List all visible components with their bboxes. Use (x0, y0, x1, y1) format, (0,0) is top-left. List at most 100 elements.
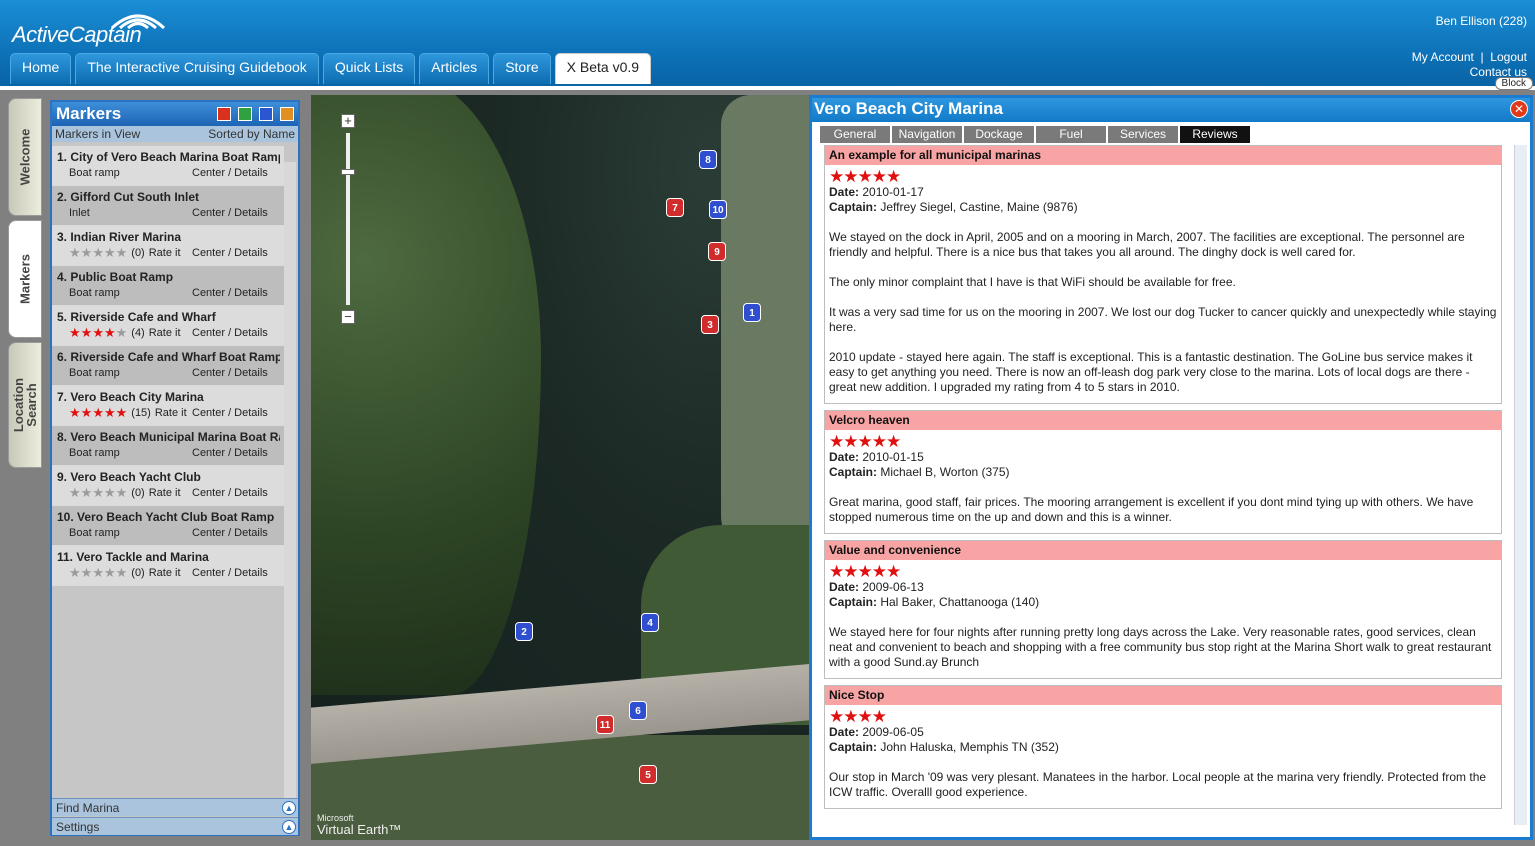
marker-title[interactable]: 6. Riverside Cafe and Wharf Boat Ramp (57, 350, 280, 364)
rate-it-link[interactable]: Rate it (149, 567, 181, 579)
red-filter-button[interactable] (217, 107, 231, 121)
zoom-out-button[interactable]: − (341, 310, 355, 324)
block-button[interactable]: Block (1494, 77, 1533, 90)
star-icon[interactable]: ★ (104, 566, 116, 579)
star-icon[interactable]: ★ (104, 246, 116, 259)
side-tab-markers[interactable]: Markers (8, 220, 42, 338)
map-marker-pin[interactable]: 2 (515, 622, 533, 641)
star-icon[interactable]: ★ (81, 566, 93, 579)
map-marker-pin[interactable]: 6 (629, 701, 647, 720)
marker-list-scrollbar[interactable] (284, 162, 296, 808)
find-marina-section[interactable]: Find Marina ▲ (52, 798, 298, 816)
center-details-link[interactable]: Center / Details (192, 487, 268, 499)
center-details-link[interactable]: Center / Details (192, 447, 268, 459)
marker-list-item[interactable]: 2. Gifford Cut South Inlet Inlet Center … (52, 186, 284, 226)
marker-list-item[interactable]: 5. Riverside Cafe and Wharf ★ ★ ★ ★ ★ (4) Ra… (52, 306, 284, 346)
green-filter-button[interactable] (238, 107, 252, 121)
detail-tab-services[interactable]: Services (1108, 126, 1178, 143)
map-marker-pin[interactable]: 4 (641, 613, 659, 632)
star-icon[interactable]: ★ (104, 406, 116, 419)
marker-title[interactable]: 3. Indian River Marina (57, 230, 280, 244)
rating-stars[interactable]: ★ ★ ★ ★ ★ (0) Rate it (69, 486, 192, 499)
marker-list-item[interactable]: 6. Riverside Cafe and Wharf Boat Ramp Bo… (52, 346, 284, 386)
reviews-scrollbar[interactable] (1514, 145, 1527, 825)
activecaptain-logo[interactable]: ActiveCaptain (12, 14, 166, 48)
map-marker-pin[interactable]: 1 (743, 303, 761, 322)
side-tab-location-search[interactable]: Location Search (8, 342, 42, 468)
star-icon[interactable]: ★ (92, 566, 104, 579)
settings-section[interactable]: Settings ▲ (52, 817, 298, 835)
center-details-link[interactable]: Center / Details (192, 327, 268, 339)
detail-tab-navigation[interactable]: Navigation (892, 126, 962, 143)
marker-title[interactable]: 2. Gifford Cut South Inlet (57, 190, 280, 204)
marker-title[interactable]: 9. Vero Beach Yacht Club (57, 470, 280, 484)
map-marker-pin[interactable]: 11 (596, 715, 614, 734)
map-marker-pin[interactable]: 8 (699, 150, 717, 169)
center-details-link[interactable]: Center / Details (192, 407, 268, 419)
rating-stars[interactable]: ★ ★ ★ ★ ★ (0) Rate it (69, 566, 192, 579)
marker-title[interactable]: 5. Riverside Cafe and Wharf (57, 310, 280, 324)
marker-title[interactable]: 4. Public Boat Ramp (57, 270, 280, 284)
rate-it-link[interactable]: Rate it (155, 407, 187, 419)
marker-title[interactable]: 8. Vero Beach Municipal Marina Boat Ra (57, 430, 280, 444)
center-details-link[interactable]: Center / Details (192, 247, 268, 259)
map-marker-pin[interactable]: 7 (666, 198, 684, 217)
rating-stars[interactable]: ★ ★ ★ ★ ★ (0) Rate it (69, 246, 192, 259)
map-marker-pin[interactable]: 10 (709, 200, 727, 219)
detail-tab-fuel[interactable]: Fuel (1036, 126, 1106, 143)
detail-tab-general[interactable]: General (820, 126, 890, 143)
star-icon[interactable]: ★ (69, 486, 81, 499)
center-details-link[interactable]: Center / Details (192, 527, 268, 539)
marker-list-item[interactable]: 9. Vero Beach Yacht Club ★ ★ ★ ★ ★ (0) Rate … (52, 466, 284, 506)
map-view[interactable]: + − 1 2 3 4 5 6 7 8 9 10 11 Microsoft Virtual Eart… (311, 95, 811, 840)
marker-title[interactable]: 1. City of Vero Beach Marina Boat Ramp (57, 150, 280, 164)
zoom-in-button[interactable]: + (341, 114, 355, 128)
center-details-link[interactable]: Center / Details (192, 567, 268, 579)
nav-tab-x-beta[interactable]: X Beta v0.9 (554, 53, 652, 84)
zoom-slider-thumb[interactable] (341, 169, 355, 175)
chevron-up-icon[interactable]: ▲ (282, 820, 296, 834)
star-icon[interactable]: ★ (69, 406, 81, 419)
star-icon[interactable]: ★ (81, 406, 93, 419)
rate-it-link[interactable]: Rate it (149, 487, 181, 499)
rate-it-link[interactable]: Rate it (149, 247, 181, 259)
marker-title[interactable]: 7. Vero Beach City Marina (57, 390, 280, 404)
marker-title[interactable]: 11. Vero Tackle and Marina (57, 550, 280, 564)
nav-tab-quick-lists[interactable]: Quick Lists (322, 53, 416, 84)
marker-list-item[interactable]: 4. Public Boat Ramp Boat ramp Center / D… (52, 266, 284, 306)
star-icon[interactable]: ★ (69, 326, 81, 339)
close-icon[interactable]: ✕ (1510, 100, 1528, 118)
rate-it-link[interactable]: Rate it (149, 327, 181, 339)
nav-tab-articles[interactable]: Articles (419, 53, 490, 84)
my-account-link[interactable]: My Account (1412, 50, 1474, 64)
star-icon[interactable]: ★ (92, 406, 104, 419)
map-marker-pin[interactable]: 5 (639, 765, 657, 784)
star-icon[interactable]: ★ (69, 246, 81, 259)
star-icon[interactable]: ★ (116, 246, 128, 259)
side-tab-welcome[interactable]: Welcome (8, 98, 42, 216)
nav-tab-guidebook[interactable]: The Interactive Cruising Guidebook (75, 53, 319, 84)
logout-link[interactable]: Logout (1490, 50, 1527, 64)
blue-filter-button[interactable] (259, 107, 273, 121)
map-marker-pin[interactable]: 3 (701, 315, 719, 334)
rating-stars[interactable]: ★ ★ ★ ★ ★ (4) Rate it (69, 326, 192, 339)
star-icon[interactable]: ★ (92, 486, 104, 499)
detail-tab-reviews[interactable]: Reviews (1180, 126, 1250, 143)
marker-list-item[interactable]: 8. Vero Beach Municipal Marina Boat Ra B… (52, 426, 284, 466)
star-icon[interactable]: ★ (104, 326, 116, 339)
star-icon[interactable]: ★ (92, 326, 104, 339)
rating-stars[interactable]: ★ ★ ★ ★ ★ (15) Rate it (69, 406, 192, 419)
star-icon[interactable]: ★ (81, 326, 93, 339)
marker-list-item[interactable]: 7. Vero Beach City Marina ★ ★ ★ ★ ★ (15) Rat… (52, 386, 284, 426)
nav-tab-store[interactable]: Store (493, 53, 551, 84)
map-marker-pin[interactable]: 9 (708, 242, 726, 261)
marker-list-item[interactable]: 1. City of Vero Beach Marina Boat Ramp B… (52, 146, 284, 186)
marker-title[interactable]: 10. Vero Beach Yacht Club Boat Ramp (57, 510, 280, 524)
nav-tab-home[interactable]: Home (10, 53, 72, 84)
marker-list-item[interactable]: 3. Indian River Marina ★ ★ ★ ★ ★ (0) Rate it… (52, 226, 284, 266)
detail-tab-dockage[interactable]: Dockage (964, 126, 1034, 143)
star-icon[interactable]: ★ (116, 486, 128, 499)
star-icon[interactable]: ★ (92, 246, 104, 259)
center-details-link[interactable]: Center / Details (192, 367, 268, 379)
star-icon[interactable]: ★ (116, 566, 128, 579)
